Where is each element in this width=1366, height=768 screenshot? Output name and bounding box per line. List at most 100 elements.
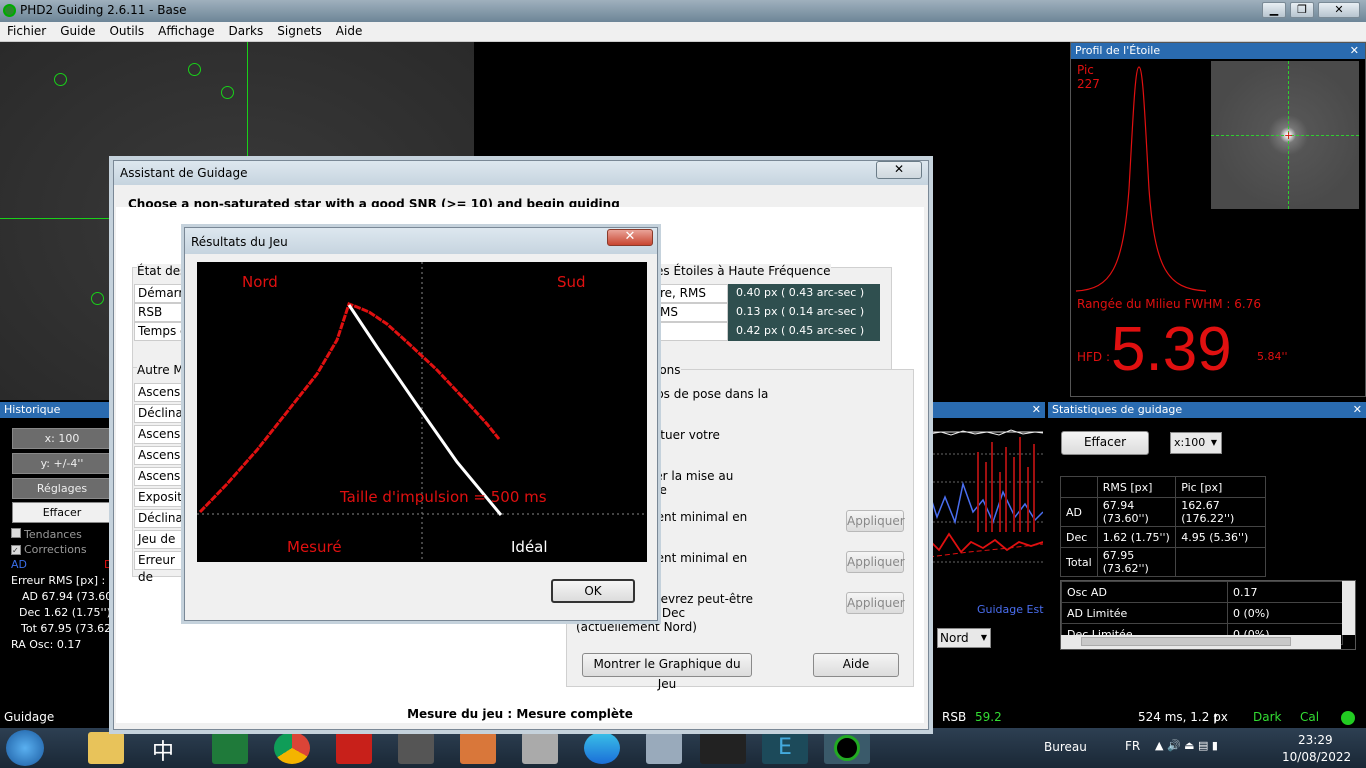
cal-indicator: Cal — [1300, 710, 1320, 724]
stats-x-select[interactable]: x:100 ▼ — [1170, 432, 1222, 454]
dialog-titlebar: Assistant de Guidage ✕ — [114, 161, 928, 185]
x-scale-button[interactable]: x: 100 — [12, 428, 112, 449]
ekos-icon[interactable]: E — [762, 732, 808, 764]
menu-aide[interactable]: Aide — [329, 22, 370, 38]
hfd-value: 5.39 — [1111, 315, 1232, 384]
ok-button[interactable]: OK — [551, 579, 635, 603]
desktop-toolbar[interactable]: Bureau — [1044, 740, 1087, 754]
close-button[interactable]: ✕ — [1318, 2, 1360, 18]
north-label: Nord — [242, 273, 278, 291]
stats-title: Statistiques de guidage — [1048, 402, 1366, 418]
menu-outils[interactable]: Outils — [102, 22, 151, 38]
photo-app-icon[interactable] — [460, 732, 496, 764]
acrobat-icon[interactable] — [336, 732, 372, 764]
menu-bar: Fichier Guide Outils Affichage Darks Signets A… — [0, 22, 1366, 42]
tray-icons[interactable]: ▲ 🔊 ⏏ ▤ ▮ — [1155, 739, 1218, 752]
settings-button[interactable]: Réglages — [12, 478, 112, 499]
star-zoom-image: + — [1211, 61, 1359, 209]
snr-label: RSB — [942, 710, 967, 724]
menu-fichier[interactable]: Fichier — [0, 22, 53, 38]
hf-value: 0.42 px ( 0.45 arc-sec ) — [728, 322, 880, 341]
results-titlebar: Résultats du Jeu ✕ — [185, 228, 657, 254]
table-row: Dec 1.62 (1.75'') 4.95 (5.36'') — [1060, 526, 1266, 548]
guide-graph — [929, 429, 1043, 563]
close-icon[interactable]: ✕ — [1350, 44, 1359, 57]
apply-button[interactable]: Appliquer — [846, 592, 905, 614]
results-close-button[interactable]: ✕ — [607, 229, 653, 246]
menu-guide[interactable]: Guide — [53, 22, 102, 38]
app-icon — [3, 4, 16, 17]
phd2-taskbar-icon[interactable] — [824, 732, 870, 764]
show-backlash-graph-button[interactable]: Montrer le Graphique du Jeu — [582, 653, 752, 691]
arrow-up-icon: 🠕 — [1213, 711, 1219, 725]
guide-east-label: Guidage Est — [977, 603, 1044, 616]
wizard-footer: Mesure du jeu : Mesure complète — [407, 707, 633, 721]
hf-value: 0.13 px ( 0.14 arc-sec ) — [728, 303, 880, 322]
clock-time[interactable]: 23:29 — [1298, 733, 1333, 747]
dialog-close-button[interactable]: ✕ — [876, 161, 922, 179]
stats-table: RMS [px] Pic [px] AD 67.94 (73.60'') 162.67… — [1060, 476, 1266, 577]
hf-row — [656, 322, 728, 341]
status-text: Guidage — [4, 710, 55, 724]
guide-stats-panel: Statistiques de guidage ✕ Effacer x:100 ▼… — [1048, 402, 1366, 660]
language-indicator[interactable]: FR — [1125, 739, 1140, 753]
ra-osc: RA Osc: 0.17 — [11, 638, 82, 651]
menu-signets[interactable]: Signets — [270, 22, 329, 38]
crosshair-line — [0, 218, 114, 219]
edge-icon[interactable] — [584, 732, 620, 764]
reco-group-label: ions — [656, 363, 681, 377]
direction-select[interactable]: Nord ▼ — [937, 628, 991, 648]
astro-app-icon[interactable] — [700, 732, 746, 764]
apply-button[interactable]: Appliquer — [846, 510, 905, 532]
stats-clear-button[interactable]: Effacer — [1061, 431, 1149, 455]
maximize-button[interactable]: ❐ — [1290, 2, 1314, 18]
rms-dec: Dec 1.62 (1.75'') — [19, 606, 111, 619]
excel-icon[interactable] — [212, 732, 248, 764]
start-button-icon[interactable] — [6, 730, 44, 766]
other-group-label: Autre Me — [137, 363, 192, 377]
menu-affichage[interactable]: Affichage — [151, 22, 221, 38]
clear-button[interactable]: Effacer — [12, 502, 112, 523]
rms-title: Erreur RMS [px] : — [11, 574, 106, 587]
star-marker — [221, 86, 234, 99]
star-marker — [54, 73, 67, 86]
star-marker — [91, 292, 104, 305]
horizontal-scrollbar[interactable] — [1061, 635, 1341, 649]
vertical-scrollbar[interactable] — [1342, 581, 1355, 635]
south-label: Sud — [557, 273, 586, 291]
corrections-checkbox[interactable]: ✓ Corrections — [11, 543, 87, 556]
clock-date[interactable]: 10/08/2022 — [1282, 750, 1351, 764]
hfd-arcsec: 5.84'' — [1257, 350, 1288, 363]
snr-value: 59.2 — [975, 710, 1002, 724]
close-icon[interactable]: ✕ — [1032, 403, 1041, 416]
star-profile-title: Profil de l'Étoile — [1071, 43, 1365, 59]
scanner-icon[interactable] — [522, 732, 558, 764]
table-row: AD Limitée 0 (0%) — [1061, 602, 1343, 624]
measured-label: Mesuré — [287, 538, 342, 556]
history-title: Historique — [0, 402, 114, 418]
help-button[interactable]: Aide — [813, 653, 899, 677]
table-row: Osc AD 0.17 — [1061, 581, 1343, 603]
dialog-title: Assistant de Guidage — [120, 166, 248, 180]
chrome-icon[interactable] — [274, 732, 310, 764]
table-row: AD 67.94 (73.60'') 162.67 (176.22'') — [1060, 497, 1266, 527]
explorer-icon[interactable] — [88, 732, 124, 764]
minimize-button[interactable]: ▁ — [1262, 2, 1286, 18]
menu-darks[interactable]: Darks — [222, 22, 271, 38]
pulse-size-label: Taille d'impulsion = 500 ms — [340, 488, 547, 506]
y-scale-button[interactable]: y: +/-4'' — [12, 453, 112, 474]
camera-app-icon[interactable] — [398, 732, 434, 764]
backlash-graph: Nord Sud Taille d'impulsion = 500 ms Mes… — [197, 262, 647, 562]
fwhm-text: Rangée du Milieu FWHM : 6.76 — [1077, 297, 1261, 311]
hfd-label: HFD : — [1077, 350, 1111, 364]
apply-button[interactable]: Appliquer — [846, 551, 905, 573]
rms-tot: Tot 67.95 (73.62'') — [21, 622, 122, 635]
dark-indicator: Dark — [1253, 710, 1282, 724]
ime-icon[interactable]: 中 — [152, 734, 174, 766]
close-icon[interactable]: ✕ — [1353, 403, 1362, 416]
trends-checkbox[interactable]: Tendances — [11, 528, 82, 541]
control-panel-icon[interactable] — [646, 732, 682, 764]
results-title: Résultats du Jeu — [191, 235, 288, 249]
stats-table-2[interactable]: Osc AD 0.17 AD Limitée 0 (0%) Dec Limitée 0… — [1060, 580, 1356, 650]
hf-value: 0.40 px ( 0.43 arc-sec ) — [728, 284, 880, 303]
